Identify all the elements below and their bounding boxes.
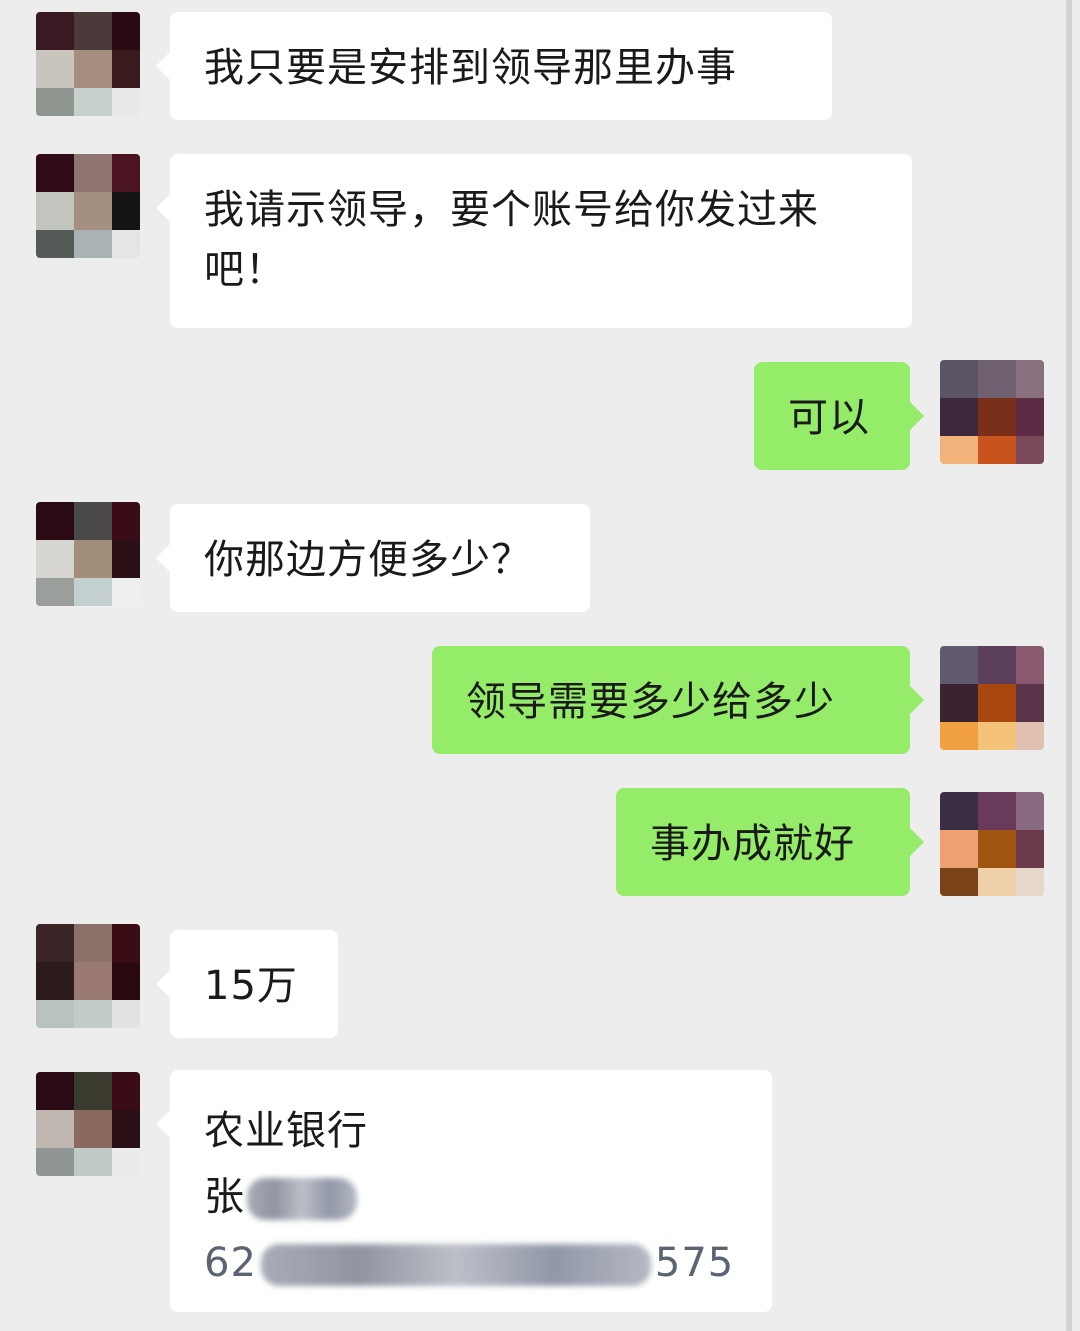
- redacted-account-blur: [260, 1244, 651, 1286]
- scrollbar[interactable]: [1066, 0, 1072, 1331]
- message-bubble[interactable]: 领导需要多少给多少: [432, 646, 924, 754]
- message-text-line-2: 吧！: [204, 247, 286, 293]
- message-bubble[interactable]: 你那边方便多少？: [156, 504, 590, 612]
- bank-name: 农业银行: [204, 1108, 368, 1154]
- avatar-icon[interactable]: [940, 360, 1044, 464]
- message-text: 领导需要多少给多少: [466, 679, 835, 725]
- avatar-icon[interactable]: [36, 924, 140, 1028]
- message-bubble[interactable]: 可以: [754, 362, 924, 470]
- message-text: 15万: [204, 963, 298, 1009]
- avatar-icon[interactable]: [36, 154, 140, 258]
- avatar-icon[interactable]: [940, 646, 1044, 750]
- message-text: 你那边方便多少？: [204, 537, 532, 583]
- message-bubble[interactable]: 15万: [156, 930, 338, 1038]
- account-visible-start: 62: [204, 1240, 257, 1286]
- account-visible-end: 575: [654, 1240, 735, 1286]
- chat-window: 我只要是安排到领导那里办事 我请示领导，要个账号给你发过来 吧！ 可以 你那边方…: [0, 0, 1080, 1331]
- redacted-name-blur: [247, 1178, 357, 1220]
- account-number: 62 575: [204, 1230, 738, 1296]
- account-holder-name: 张: [204, 1164, 738, 1230]
- avatar-icon[interactable]: [36, 502, 140, 606]
- message-bubble[interactable]: 我只要是安排到领导那里办事: [156, 12, 832, 120]
- message-text: 我只要是安排到领导那里办事: [204, 45, 737, 91]
- avatar-icon[interactable]: [36, 12, 140, 116]
- message-bubble[interactable]: 我请示领导，要个账号给你发过来 吧！: [156, 154, 912, 328]
- avatar-icon[interactable]: [36, 1072, 140, 1176]
- avatar-icon[interactable]: [940, 792, 1044, 896]
- message-text: 可以: [788, 395, 870, 441]
- message-text: 事办成就好: [650, 821, 855, 867]
- name-visible-text: 张: [204, 1174, 245, 1220]
- message-bubble[interactable]: 事办成就好: [616, 788, 924, 896]
- message-text-line-1: 我请示领导，要个账号给你发过来: [204, 187, 819, 233]
- message-bubble[interactable]: 农业银行 张 62 575: [156, 1070, 772, 1312]
